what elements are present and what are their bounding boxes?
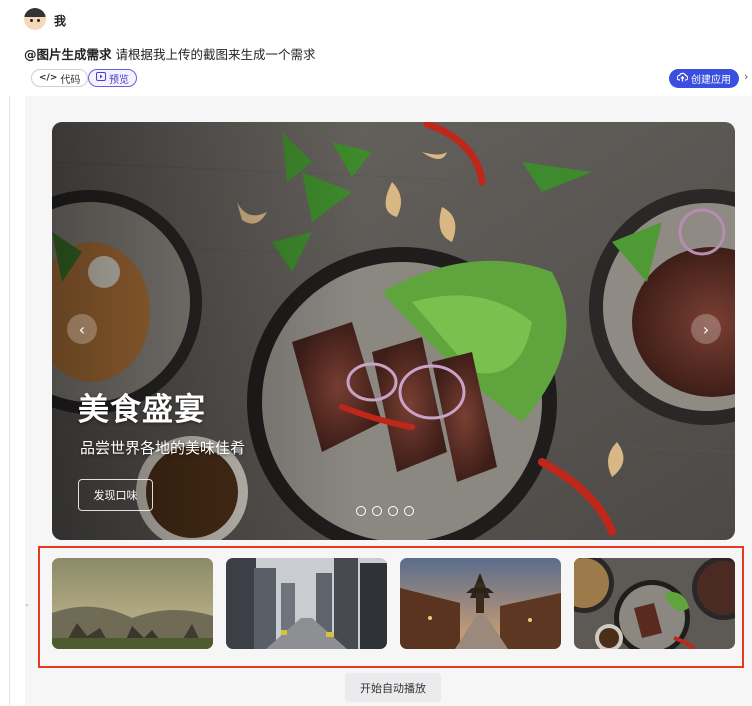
cloud-upload-icon <box>676 72 689 85</box>
discover-flavor-button[interactable]: 发现口味 <box>78 479 153 511</box>
hero-food-image <box>52 122 735 540</box>
more-chevron-right-icon[interactable]: › <box>744 70 748 83</box>
thumb-food[interactable] <box>574 558 735 649</box>
hero-subtitle: 品尝世界各地的美味佳肴 <box>80 439 246 457</box>
carousel-dot[interactable] <box>404 506 414 516</box>
code-tab-label: 代码 <box>60 74 81 86</box>
username: 我 <box>54 14 67 28</box>
chevron-right-icon: › <box>702 319 710 339</box>
user-avatar <box>24 8 46 30</box>
start-autoplay-button[interactable]: 开始自动播放 <box>345 673 441 702</box>
preview-tab[interactable]: 预览 <box>88 69 137 87</box>
carousel-dot[interactable] <box>388 506 398 516</box>
chevron-left-icon: ‹ <box>78 319 86 339</box>
prompt-mention[interactable]: @图片生成需求 <box>24 47 112 62</box>
create-app-label: 创建应用 <box>691 75 731 86</box>
prompt-text: 请根据我上传的截图来生成一个需求 <box>111 47 316 62</box>
create-app-button[interactable]: 创建应用 <box>669 69 739 88</box>
prompt-message: @图片生成需求 请根据我上传的截图来生成一个需求 <box>24 44 316 63</box>
carousel-prev-button[interactable]: ‹ <box>67 314 97 344</box>
preview-tab-label: 预览 <box>109 74 129 86</box>
hero-carousel: ‹ › 美食盛宴 品尝世界各地的美味佳肴 发现口味 <box>52 122 735 540</box>
carousel-dot[interactable] <box>372 506 382 516</box>
thumb-mountain[interactable] <box>52 558 213 649</box>
code-tab[interactable]: </> 代码 <box>31 69 89 87</box>
preview-icon <box>96 72 106 84</box>
carousel-indicators <box>356 506 414 516</box>
collapse-handle[interactable]: - <box>25 600 29 611</box>
divider <box>9 96 10 706</box>
thumb-old-town[interactable] <box>400 558 561 649</box>
code-icon: </> <box>39 73 58 83</box>
carousel-next-button[interactable]: › <box>691 314 721 344</box>
thumb-city[interactable] <box>226 558 387 649</box>
carousel-dot[interactable] <box>356 506 366 516</box>
hero-title: 美食盛宴 <box>78 392 206 428</box>
